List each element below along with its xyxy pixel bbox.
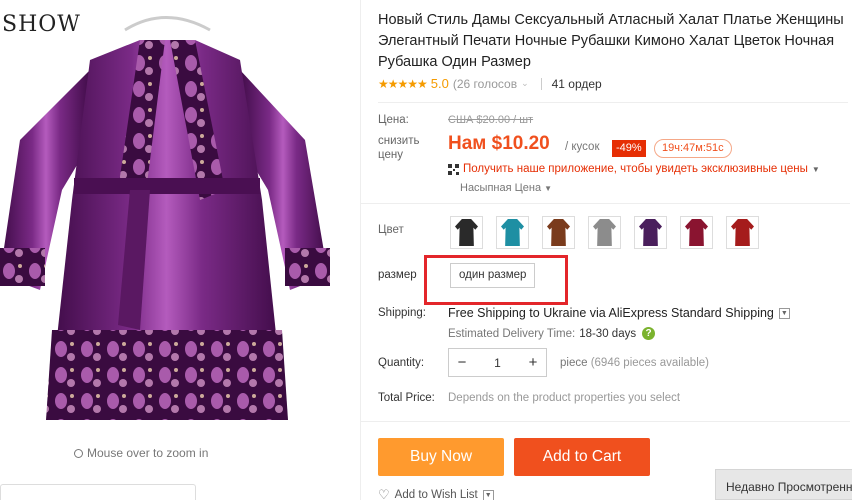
stock-count: (6946 pieces available) — [590, 357, 709, 369]
magnifier-icon — [74, 449, 83, 458]
size-highlight-annotation — [424, 255, 568, 305]
color-swatch[interactable] — [680, 216, 713, 249]
robe-photo — [0, 16, 330, 420]
quantity-input[interactable]: 1 — [475, 356, 520, 370]
buy-now-button[interactable]: Buy Now — [378, 438, 504, 476]
color-swatch[interactable] — [634, 216, 667, 249]
chevron-down-icon[interactable]: ▼ — [482, 489, 494, 500]
price-unit: / кусок — [565, 141, 600, 153]
robe-thumbnail — [455, 219, 478, 246]
robe-thumbnail — [547, 219, 570, 246]
robe-thumbnail — [685, 219, 708, 246]
countdown-timer: 19ч:47м:51с — [654, 139, 732, 158]
caret-down-icon: ▼ — [811, 164, 820, 174]
available-stock: piece (6946 pieces available) — [560, 357, 709, 369]
brand-watermark: SHOW — [2, 12, 81, 37]
delivery-days: 18-30 days — [579, 327, 637, 340]
quantity-stepper: − 1 + — [448, 348, 547, 377]
robe-thumbnail — [639, 219, 662, 246]
price-label: Цена: — [378, 114, 409, 126]
product-gallery: SHOW Mouse over to zoom in — [0, 0, 360, 500]
star-rating-icon: ★★★★★ — [378, 76, 428, 91]
votes-link[interactable]: (26 голосов — [453, 77, 517, 91]
color-label: Цвет — [378, 224, 404, 236]
wishlist-link[interactable]: ♡ Add to Wish List ▼ — [378, 487, 494, 500]
recently-viewed-tab[interactable]: Недавно Просмотренные — [715, 469, 852, 500]
app-promo-link[interactable]: Получить наше приложение, чтобы увидеть … — [448, 163, 820, 175]
main-product-image[interactable]: SHOW — [0, 0, 336, 438]
shipping-method[interactable]: Free Shipping to Ukraine via AliExpress … — [448, 306, 790, 320]
robe-thumbnail — [593, 219, 616, 246]
color-swatch[interactable] — [588, 216, 621, 249]
quantity-label: Quantity: — [378, 357, 425, 369]
sale-price: Нам $10.20 — [448, 133, 550, 154]
help-icon[interactable]: ? — [642, 327, 656, 340]
qr-code-icon — [448, 163, 459, 175]
robe-thumbnail — [501, 219, 524, 246]
original-price: США $20.00 / шт — [448, 114, 534, 126]
color-swatch[interactable] — [726, 216, 759, 249]
total-price-note: Depends on the product properties you se… — [448, 392, 681, 404]
shipping-label: Shipping: — [378, 307, 426, 319]
divider — [378, 102, 848, 103]
heart-icon: ♡ — [378, 487, 390, 500]
total-price-label: Total Price: — [378, 392, 435, 404]
orders-count: 41 ордер — [551, 76, 602, 91]
stock-unit: piece — [560, 357, 588, 369]
divider — [540, 77, 542, 90]
column-divider — [360, 0, 361, 500]
rating-score: 5.0 — [430, 76, 449, 91]
app-promo-text[interactable]: Получить наше приложение, чтобы увидеть … — [463, 163, 808, 175]
zoom-hint-text: Mouse over to zoom in — [87, 446, 209, 460]
caret-down-icon: ▼ — [544, 184, 552, 193]
product-details: Новый Стиль Дамы Сексуальный Атласный Ха… — [360, 0, 852, 500]
divider — [360, 421, 850, 422]
color-swatch[interactable] — [542, 216, 575, 249]
chevron-down-icon[interactable]: ⌄ — [521, 78, 529, 89]
bulk-price-dropdown[interactable]: Насыпная Цена ▼ — [460, 182, 552, 194]
add-to-cart-button[interactable]: Add to Cart — [514, 438, 650, 476]
color-swatch[interactable] — [450, 216, 483, 249]
chevron-down-icon[interactable]: ▼ — [778, 307, 790, 319]
zoom-hint: Mouse over to zoom in — [74, 446, 208, 460]
delivery-estimate-label: Estimated Delivery Time: — [448, 327, 576, 340]
discount-badge: -49% — [612, 140, 646, 157]
decrease-quantity-button[interactable]: − — [449, 349, 475, 376]
color-swatches — [450, 216, 759, 249]
delivery-estimate: Estimated Delivery Time: 18-30 days ? — [448, 327, 656, 340]
size-label: размер — [378, 269, 417, 281]
robe-thumbnail — [731, 219, 754, 246]
bulk-price-label[interactable]: Насыпная Цена — [460, 182, 541, 194]
discount-price-label: снизить цену — [378, 135, 420, 161]
divider — [360, 203, 850, 204]
product-title: Новый Стиль Дамы Сексуальный Атласный Ха… — [378, 12, 844, 70]
rating-row: ★★★★★ 5.0 (26 голосов ⌄ 41 ордер — [378, 76, 602, 91]
shipping-method-text[interactable]: Free Shipping to Ukraine via AliExpress … — [448, 306, 774, 320]
increase-quantity-button[interactable]: + — [520, 349, 546, 376]
color-swatch[interactable] — [496, 216, 529, 249]
wishlist-label[interactable]: Add to Wish List — [395, 489, 478, 500]
thumbnail-strip[interactable] — [0, 484, 196, 500]
